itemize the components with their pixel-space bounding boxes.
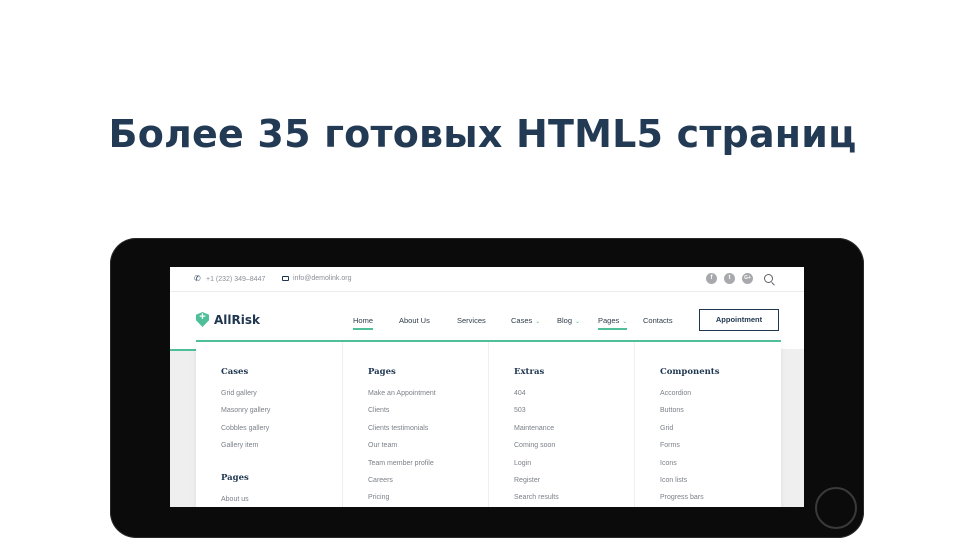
menu-link[interactable]: Cobbles gallery: [221, 424, 270, 441]
menu-link[interactable]: Progress bars: [660, 493, 704, 507]
twitter-icon[interactable]: t: [724, 273, 735, 284]
cases-list: Grid gallery Masonry gallery Cobbles gal…: [221, 389, 270, 459]
facebook-icon[interactable]: f: [706, 273, 717, 284]
nav-blog[interactable]: Blog ⌄: [557, 316, 580, 325]
nav-cases-label: Cases: [511, 316, 533, 325]
nav-contacts[interactable]: Contacts: [643, 316, 673, 325]
menu-link[interactable]: Buttons: [660, 406, 704, 423]
menu-link[interactable]: Forms: [660, 441, 704, 458]
phone-number: +1 (232) 349–8447: [206, 275, 266, 283]
mega-column-cases: Cases Grid gallery Masonry gallery Cobbl…: [196, 342, 342, 507]
nav-services[interactable]: Services: [457, 316, 486, 325]
menu-link[interactable]: Maintenance: [514, 424, 559, 441]
pages-mega-menu: Cases Grid gallery Masonry gallery Cobbl…: [196, 340, 781, 507]
extras-list: 404 503 Maintenance Coming soon Login Re…: [514, 389, 559, 507]
column-title: Pages: [221, 473, 249, 483]
menu-link[interactable]: Gallery item: [221, 441, 270, 458]
topbar-phone[interactable]: ✆ +1 (232) 349–8447: [194, 275, 265, 283]
menu-link[interactable]: Search results: [514, 493, 559, 507]
mega-column-pages: Pages Make an Appointment Clients Client…: [342, 342, 489, 507]
email-address: info@demolink.org: [293, 275, 352, 282]
menu-link[interactable]: Clients: [368, 406, 436, 423]
nav-pages[interactable]: Pages ⌄: [598, 316, 628, 330]
menu-link[interactable]: Team member profile: [368, 459, 436, 476]
mega-column-extras: Extras 404 503 Maintenance Coming soon L…: [488, 342, 635, 507]
menu-link[interactable]: Login: [514, 459, 559, 476]
pages-list: Make an Appointment Clients Clients test…: [368, 389, 436, 507]
topbar-email[interactable]: info@demolink.org: [282, 275, 351, 282]
menu-link[interactable]: Pricing: [368, 493, 436, 507]
menu-link[interactable]: Careers: [368, 476, 436, 493]
search-icon[interactable]: [764, 274, 773, 283]
menu-link[interactable]: Icon lists: [660, 476, 704, 493]
chevron-down-icon: ⌄: [535, 319, 541, 325]
nav-pages-label: Pages: [598, 316, 620, 325]
column-title: Cases: [221, 367, 249, 377]
menu-link[interactable]: Register: [514, 476, 559, 493]
menu-link[interactable]: Accordion: [660, 389, 704, 406]
site-logo[interactable]: AllRisk: [196, 312, 260, 327]
page-headline: Более 35 готовых HTML5 страниц: [108, 112, 857, 156]
menu-link[interactable]: Icons: [660, 459, 704, 476]
menu-link[interactable]: 404: [514, 389, 559, 406]
column-title: Extras: [514, 367, 545, 377]
shield-icon: [196, 312, 209, 327]
chevron-down-icon: ⌄: [575, 319, 581, 325]
menu-link[interactable]: Our team: [368, 441, 436, 458]
menu-link[interactable]: About us: [221, 495, 249, 507]
accent-divider: [170, 349, 196, 351]
mega-column-components: Components Accordion Buttons Grid Forms …: [634, 342, 781, 507]
column-title: Components: [660, 367, 720, 377]
nav-cases[interactable]: Cases ⌄: [511, 316, 540, 325]
mail-icon: [282, 276, 289, 281]
logo-text: AllRisk: [214, 312, 260, 327]
chevron-down-icon: ⌄: [622, 319, 628, 325]
cases-pages-list: About us: [221, 495, 249, 507]
tablet-screen: ✆ +1 (232) 349–8447 info@demolink.org f …: [170, 267, 804, 507]
menu-link[interactable]: Coming soon: [514, 441, 559, 458]
menu-link[interactable]: Masonry gallery: [221, 406, 270, 423]
menu-link[interactable]: 503: [514, 406, 559, 423]
phone-icon: ✆: [194, 274, 201, 283]
site-topbar: ✆ +1 (232) 349–8447 info@demolink.org f …: [170, 267, 804, 292]
tablet-home-button: [815, 487, 857, 529]
nav-about[interactable]: About Us: [399, 316, 430, 325]
appointment-button[interactable]: Appointment: [699, 309, 779, 331]
nav-home[interactable]: Home: [353, 316, 374, 330]
nav-blog-label: Blog: [557, 316, 573, 325]
menu-link[interactable]: Grid: [660, 424, 704, 441]
components-list: Accordion Buttons Grid Forms Icons Icon …: [660, 389, 704, 507]
google-plus-icon[interactable]: G+: [742, 273, 753, 284]
column-title: Pages: [368, 367, 396, 377]
menu-link[interactable]: Make an Appointment: [368, 389, 436, 406]
menu-link[interactable]: Clients testimonials: [368, 424, 436, 441]
menu-link[interactable]: Grid gallery: [221, 389, 270, 406]
